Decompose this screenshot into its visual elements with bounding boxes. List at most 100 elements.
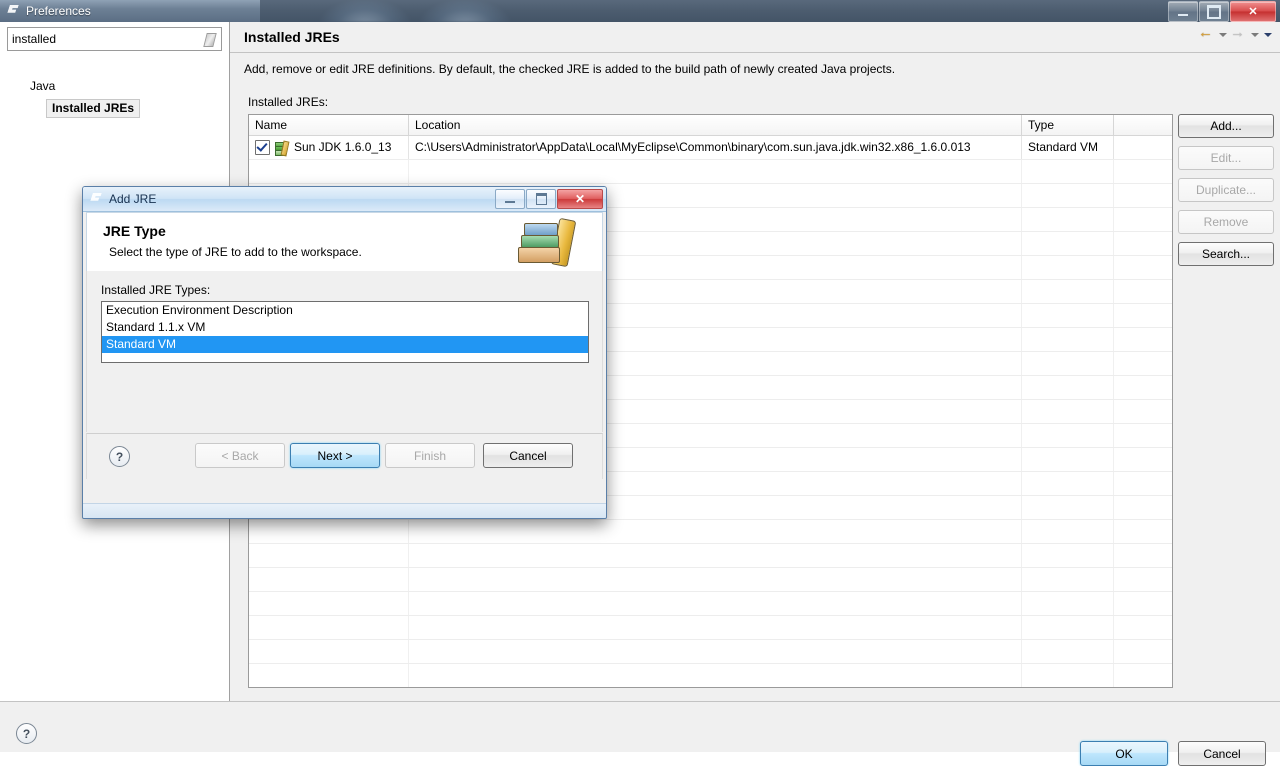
sidebar-item-installed-jres[interactable]: Installed JREs xyxy=(46,99,141,118)
filter-box[interactable] xyxy=(7,27,222,51)
table-cell-empty xyxy=(249,592,409,615)
table-cell-empty xyxy=(1114,352,1170,375)
dialog-window-controls: ✕ xyxy=(494,189,603,209)
table-cell-empty xyxy=(409,568,1022,591)
column-header-location[interactable]: Location xyxy=(409,115,1022,135)
jre-name-text: Sun JDK 1.6.0_13 xyxy=(294,140,392,154)
table-cell-empty xyxy=(1114,256,1170,279)
close-icon[interactable]: ✕ xyxy=(557,189,603,209)
cancel-button[interactable]: Cancel xyxy=(1178,741,1266,766)
table-cell-empty xyxy=(1114,568,1170,591)
table-cell-empty xyxy=(249,160,409,183)
table-cell-empty xyxy=(1022,352,1114,375)
table-row[interactable] xyxy=(249,160,1172,184)
column-header-type[interactable]: Type xyxy=(1022,115,1114,135)
table-row[interactable]: Sun JDK 1.6.0_13 C:\Users\Administrator\… xyxy=(249,136,1172,160)
table-row[interactable] xyxy=(249,616,1172,640)
cancel-button[interactable]: Cancel xyxy=(483,443,573,468)
jre-types-list[interactable]: Execution Environment Description Standar… xyxy=(101,301,589,363)
minimize-icon[interactable] xyxy=(495,189,525,209)
dialog-titlebar[interactable]: Add JRE ✕ xyxy=(83,187,606,212)
table-cell-empty xyxy=(1114,448,1170,471)
preferences-window-title: Preferences xyxy=(26,4,91,18)
table-cell-empty xyxy=(1022,592,1114,615)
forward-arrow-icon xyxy=(1230,24,1246,43)
table-cell-empty xyxy=(249,616,409,639)
table-cell-empty xyxy=(1022,160,1114,183)
table-cell-empty xyxy=(1114,280,1170,303)
page-title: Installed JREs xyxy=(244,29,340,45)
page-nav-toolbar xyxy=(1198,24,1272,43)
close-icon[interactable]: ✕ xyxy=(1230,1,1276,22)
list-item[interactable]: Standard VM xyxy=(102,336,588,353)
table-cell-empty xyxy=(1114,232,1170,255)
back-arrow-icon[interactable] xyxy=(1198,24,1214,43)
table-cell-empty xyxy=(1114,328,1170,351)
table-cell-empty xyxy=(1022,568,1114,591)
table-cell-empty xyxy=(1022,664,1114,687)
dialog-button-bar: ? < Back Next > Finish Cancel xyxy=(86,433,603,479)
clear-icon[interactable] xyxy=(202,31,218,47)
table-cell-empty xyxy=(1022,184,1114,207)
help-icon[interactable]: ? xyxy=(16,723,37,744)
table-header-row: Name Location Type xyxy=(249,115,1172,136)
table-cell-empty xyxy=(1114,184,1170,207)
ok-button[interactable]: OK xyxy=(1080,741,1168,766)
preferences-titlebar[interactable]: Preferences ✕ xyxy=(0,0,1280,22)
forward-dropdown-caret-icon[interactable] xyxy=(1249,28,1259,42)
table-cell-name[interactable]: Sun JDK 1.6.0_13 xyxy=(249,136,409,159)
minimize-icon[interactable] xyxy=(1168,1,1198,22)
table-row[interactable] xyxy=(249,544,1172,568)
table-row[interactable] xyxy=(249,592,1172,616)
table-cell-empty xyxy=(409,520,1022,543)
table-cell-empty xyxy=(1114,664,1170,687)
restore-icon[interactable] xyxy=(526,189,556,209)
table-cell-empty xyxy=(1022,328,1114,351)
table-row[interactable] xyxy=(249,640,1172,664)
table-cell-empty xyxy=(1022,496,1114,519)
duplicate-button: Duplicate... xyxy=(1178,178,1274,202)
edit-button: Edit... xyxy=(1178,146,1274,170)
page-description: Add, remove or edit JRE definitions. By … xyxy=(244,62,896,76)
search-input[interactable] xyxy=(8,29,189,49)
dialog-banner-subtitle: Select the type of JRE to add to the wor… xyxy=(109,245,362,259)
list-item[interactable]: Standard 1.1.x VM xyxy=(102,319,588,336)
table-cell-type: Standard VM xyxy=(1022,136,1114,159)
table-row[interactable] xyxy=(249,568,1172,592)
view-menu-caret-icon[interactable] xyxy=(1262,28,1272,42)
search-button[interactable]: Search... xyxy=(1178,242,1274,266)
table-cell-empty xyxy=(249,664,409,687)
back-dropdown-caret-icon[interactable] xyxy=(1217,28,1227,42)
table-cell-empty xyxy=(1022,304,1114,327)
restore-icon[interactable] xyxy=(1199,1,1229,22)
row-checkbox[interactable] xyxy=(255,140,270,155)
table-cell-empty xyxy=(409,544,1022,567)
table-row[interactable] xyxy=(249,664,1172,687)
table-cell-empty xyxy=(1114,208,1170,231)
table-cell-empty xyxy=(1114,160,1170,183)
jre-action-buttons: Add... Edit... Duplicate... Remove Searc… xyxy=(1178,114,1274,274)
table-cell-empty xyxy=(249,520,409,543)
finish-button: Finish xyxy=(385,443,475,468)
table-cell-blank xyxy=(1114,136,1170,159)
next-button[interactable]: Next > xyxy=(290,443,380,468)
table-row[interactable] xyxy=(249,520,1172,544)
dialog-banner-title: JRE Type xyxy=(103,223,166,239)
column-header-blank[interactable] xyxy=(1114,115,1170,135)
table-cell-empty xyxy=(1114,472,1170,495)
table-cell-empty xyxy=(1022,400,1114,423)
eclipse-icon xyxy=(5,3,21,19)
sidebar-item-java[interactable]: Java xyxy=(30,79,55,93)
help-icon[interactable]: ? xyxy=(109,446,130,467)
table-cell-empty xyxy=(1022,544,1114,567)
table-cell-empty xyxy=(1114,304,1170,327)
column-header-name[interactable]: Name xyxy=(249,115,409,135)
dialog-content: Installed JRE Types: Execution Environme… xyxy=(86,271,603,432)
list-item[interactable]: Execution Environment Description xyxy=(102,302,588,319)
table-cell-empty xyxy=(1114,592,1170,615)
table-cell-empty xyxy=(409,592,1022,615)
add-button[interactable]: Add... xyxy=(1178,114,1274,138)
table-cell-empty xyxy=(1114,520,1170,543)
table-cell-empty xyxy=(409,640,1022,663)
table-cell-empty xyxy=(1114,616,1170,639)
